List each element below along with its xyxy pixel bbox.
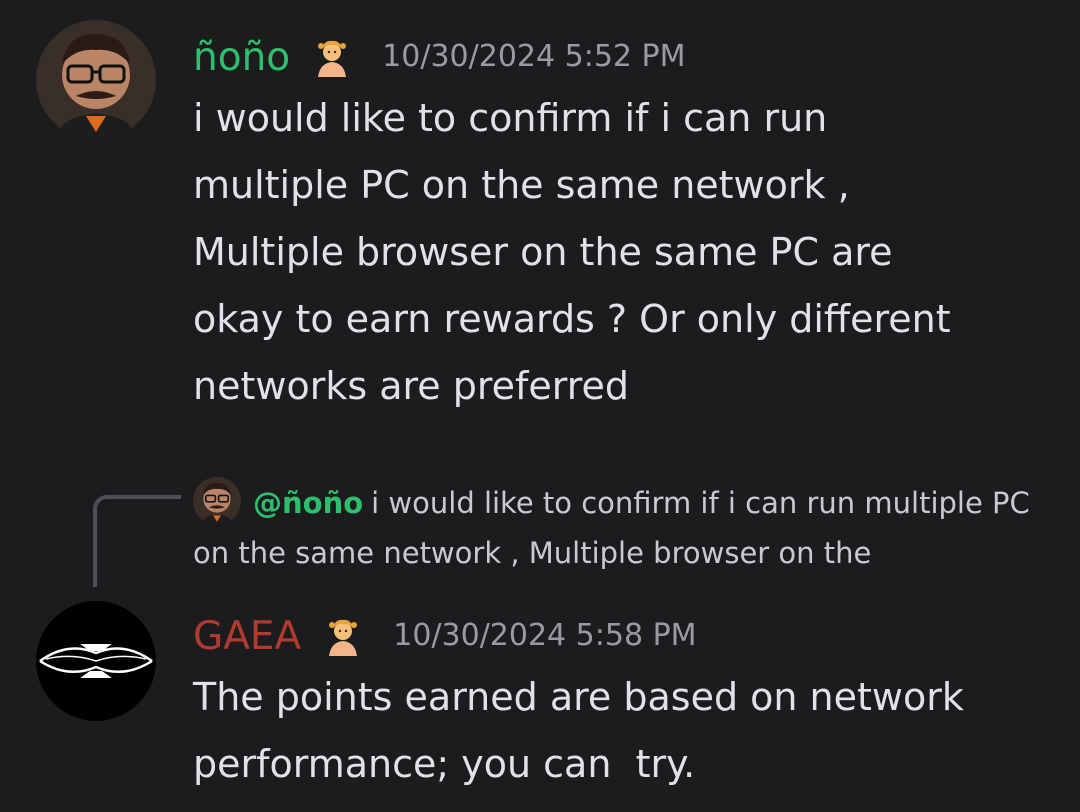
username[interactable]: GAEA (193, 617, 301, 656)
message-header: GAEA 10/30/2024 5:58 PM (193, 616, 697, 656)
message-header: ñoño 10/30/2024 5:52 PM (193, 37, 686, 77)
user-avatar-gaea[interactable] (36, 601, 156, 721)
timestamp: 10/30/2024 5:52 PM (382, 39, 686, 74)
reply-mention[interactable]: @ñoño (253, 486, 363, 520)
gaea-logo-icon (36, 601, 156, 721)
reply-connector (93, 495, 181, 587)
avatar-portrait-icon (36, 20, 156, 140)
username[interactable]: ñoño (193, 38, 290, 77)
person-emoji-icon (312, 37, 352, 77)
reply-preview[interactable]: @ñoño i would like to confirm if i can ru… (193, 478, 1053, 578)
message-text: The points earned are based on network p… (193, 675, 964, 786)
person-emoji-icon (323, 616, 363, 656)
message-text: i would like to confirm if i can run mul… (193, 96, 951, 408)
chat-log: ñoño 10/30/2024 5:52 PM i would like to … (0, 0, 1080, 812)
timestamp: 10/30/2024 5:58 PM (393, 618, 697, 653)
user-avatar-nono[interactable] (36, 20, 156, 140)
